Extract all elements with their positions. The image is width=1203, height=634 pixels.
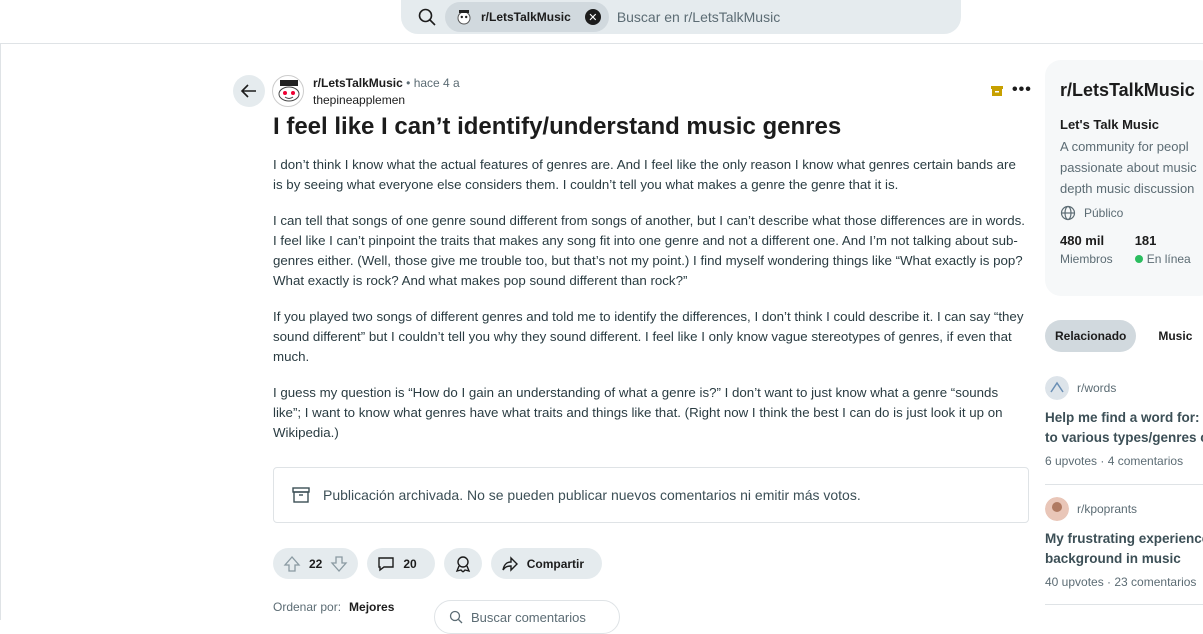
divider [1045,484,1203,485]
search-input[interactable]: Buscar en r/LetsTalkMusic [617,9,780,25]
visibility: Público [1060,205,1203,221]
subreddit-avatar-icon [1045,497,1069,521]
subreddit-filter-chip[interactable]: r/LetsTalkMusic ✕ [445,2,609,32]
related-post-subreddit[interactable]: r/kpoprants [1077,502,1137,516]
post-title: I feel like I can’t identify/understand … [273,113,842,140]
share-label: Compartir [526,556,585,571]
comments-button[interactable]: 20 [367,548,435,579]
related-post-header: r/kpoprants [1045,497,1203,521]
post-time: • hace 4 a [406,76,460,90]
share-icon [502,555,518,572]
related-post-header: r/words [1045,376,1203,400]
online-label: En línea [1146,252,1191,266]
arrow-left-icon [240,84,256,98]
related-post-title: Help me find a word for: to various type… [1045,408,1203,448]
archived-notice: Publicación archivada. No se pueden publ… [273,467,1029,523]
post-actions: 22 20 Compartir [273,548,603,579]
online-dot-icon [1134,255,1143,263]
archive-box-icon [292,487,310,503]
tab-related[interactable]: Relacionado [1045,320,1137,352]
community-description: A community for peopl passionate about m… [1060,136,1203,199]
award-button[interactable] [443,548,482,579]
vote-control: 22 [273,548,359,579]
subreddit-avatar-icon [1045,376,1069,400]
sort-value: Mejores [349,600,395,614]
post-paragraph: I guess my question is “How do I gain an… [273,385,1003,440]
sort-label: Ordenar por: [273,600,342,614]
description-line: depth music discussion [1060,181,1195,196]
back-button[interactable] [233,75,265,107]
community-stats: 480 mil Miembros 181 En línea [1060,233,1203,266]
subreddit-avatar[interactable] [272,75,304,107]
online-status: En línea [1134,252,1191,266]
community-name: Let's Talk Music [1060,117,1159,132]
related-post[interactable]: r/words Help me find a word for: to vari… [1045,376,1203,468]
upvote-icon[interactable] [283,555,301,573]
share-button[interactable]: Compartir [490,548,603,579]
search-icon [449,610,463,624]
subreddit-icon [457,10,471,25]
chip-label: r/LetsTalkMusic [481,10,571,24]
members-label: Miembros [1060,252,1113,266]
comment-icon [378,556,395,571]
post-paragraph: I don’t think I know what the actual fea… [273,157,1016,192]
title-line: Help me find a word for: [1045,410,1200,425]
sidebar-tabs: Relacionado Music [1045,320,1202,352]
post-body: I don’t think I know what the actual fea… [273,155,1029,459]
title-line: background in music [1045,551,1181,566]
downvote-icon[interactable] [330,555,348,573]
vote-count: 22 [309,556,323,571]
community-card: r/LetsTalkMusic Let's Talk Music A commu… [1045,60,1203,296]
search-bar[interactable]: r/LetsTalkMusic ✕ Buscar en r/LetsTalkMu… [401,0,961,34]
post-paragraph: If you played two songs of different gen… [273,309,1024,364]
related-post-stats: 6 upvotes · 4 comentarios [1045,454,1184,468]
clear-chip-icon[interactable]: ✕ [584,9,601,25]
post-subreddit-link[interactable]: r/LetsTalkMusic [313,76,403,90]
description-line: passionate about music [1060,160,1197,175]
sort-control[interactable]: Ordenar por: Mejores [273,600,394,614]
award-icon [455,555,470,572]
visibility-label: Público [1084,206,1124,220]
more-options-icon[interactable]: ••• [1012,82,1032,98]
related-post-subreddit[interactable]: r/words [1077,381,1116,395]
members-count: 480 mil [1060,233,1105,248]
divider [1045,604,1203,605]
post-paragraph: I can tell that songs of one genre sound… [273,213,1025,288]
community-title[interactable]: r/LetsTalkMusic [1060,80,1203,101]
archived-notice-text: Publicación archivada. No se pueden publ… [323,487,861,503]
related-post-title: My frustrating experience background in … [1045,529,1203,569]
tab-music[interactable]: Music [1148,320,1202,352]
top-bar: r/LetsTalkMusic ✕ Buscar en r/LetsTalkMu… [0,0,1203,44]
archive-icon [991,86,1003,96]
title-line: to various types/genres c [1045,430,1203,445]
comment-count: 20 [403,556,417,571]
online-count: 181 [1134,233,1157,248]
post-meta: r/LetsTalkMusic • hace 4 a thepineapplem… [313,76,460,107]
description-line: A community for peopl [1060,139,1189,154]
title-line: My frustrating experience [1045,531,1203,546]
globe-icon [1060,205,1076,221]
related-post[interactable]: r/kpoprants My frustrating experience ba… [1045,497,1203,589]
post-author-link[interactable]: thepineapplemen [313,93,460,107]
comment-search-input[interactable]: Buscar comentarios [434,600,620,634]
related-post-stats: 40 upvotes · 23 comentarios [1045,575,1197,589]
search-icon [418,8,436,26]
comment-search-placeholder: Buscar comentarios [471,609,586,625]
